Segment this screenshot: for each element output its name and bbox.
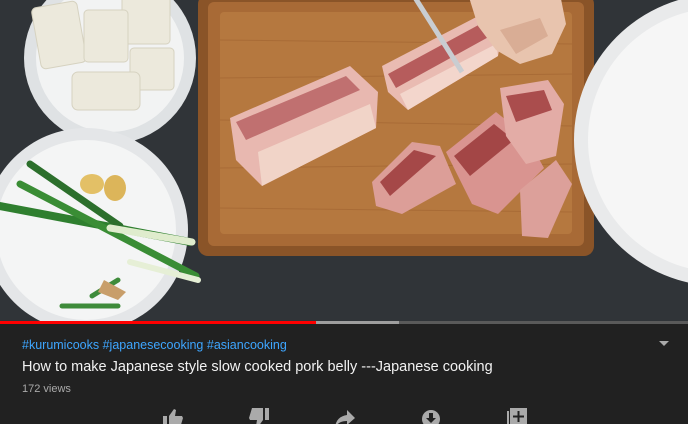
save-to-playlist-button[interactable] <box>506 408 530 424</box>
share-icon <box>335 410 355 424</box>
hashtag-link[interactable]: #kurumicooks <box>22 338 99 352</box>
video-player[interactable] <box>0 0 688 323</box>
expand-description-chevron-icon[interactable] <box>659 341 669 346</box>
hashtag-link[interactable]: #asiancooking <box>207 338 287 352</box>
video-title[interactable]: How to make Japanese style slow cooked p… <box>22 359 642 375</box>
dislike-button[interactable] <box>248 408 272 424</box>
action-bar <box>0 408 688 424</box>
download-button[interactable] <box>420 408 444 424</box>
hashtag-link[interactable]: #japanesecooking <box>103 338 204 352</box>
view-count: 172 views <box>22 383 71 395</box>
thumbs-up-icon <box>163 409 183 424</box>
video-details: #kurumicooks #japanesecooking #asiancook… <box>0 324 688 424</box>
download-icon <box>422 410 440 424</box>
hashtag-list: #kurumicooks #japanesecooking #asiancook… <box>22 338 287 352</box>
video-frame <box>0 0 688 323</box>
share-button[interactable] <box>334 408 358 424</box>
like-button[interactable] <box>162 408 186 424</box>
thumbs-down-icon <box>249 408 269 424</box>
add-to-playlist-icon <box>507 408 527 424</box>
